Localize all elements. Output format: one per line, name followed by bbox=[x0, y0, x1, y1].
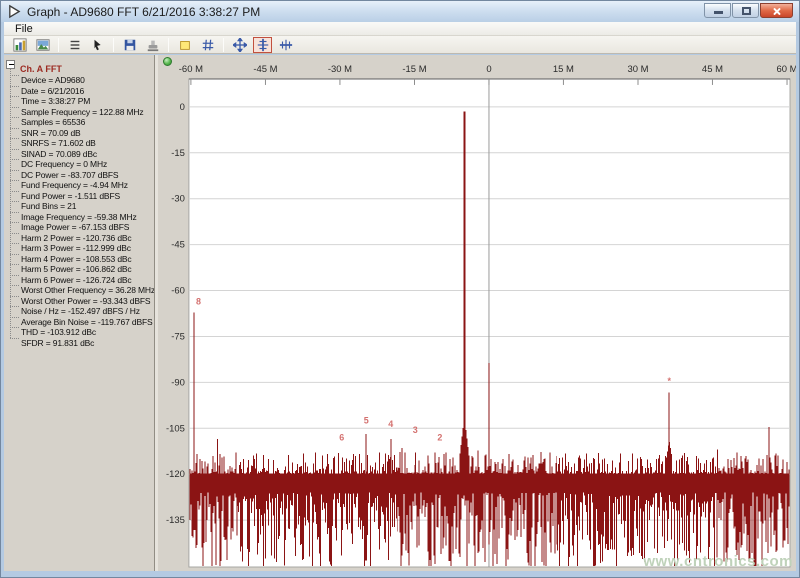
tree-item[interactable]: Samples = 65536 bbox=[4, 112, 154, 123]
titlebar[interactable]: Graph - AD9680 FFT 6/21/2016 3:38:27 PM bbox=[1, 1, 799, 22]
tree-item[interactable]: Harm 4 Power = -108.553 dBc bbox=[4, 249, 154, 260]
svg-text:-120: -120 bbox=[166, 469, 185, 480]
tree-item[interactable]: Harm 5 Power = -106.862 dBc bbox=[4, 259, 154, 270]
svg-text:2: 2 bbox=[437, 433, 442, 443]
svg-text:*: * bbox=[667, 376, 671, 386]
close-button[interactable] bbox=[760, 3, 793, 18]
tree-item[interactable]: Harm 3 Power = -112.999 dBc bbox=[4, 238, 154, 249]
toolbar-separator bbox=[113, 38, 114, 52]
tree-item[interactable]: SNR = 70.09 dB bbox=[4, 123, 154, 134]
svg-text:-30: -30 bbox=[171, 194, 185, 205]
tree-item[interactable]: Fund Bins = 21 bbox=[4, 196, 154, 207]
tree-item[interactable]: Worst Other Power = -93.343 dBFS bbox=[4, 291, 154, 302]
svg-text:-135: -135 bbox=[166, 515, 185, 526]
tree-item[interactable]: Fund Frequency = -4.94 MHz bbox=[4, 175, 154, 186]
toolbar-separator bbox=[223, 38, 224, 52]
svg-text:-30 M: -30 M bbox=[328, 64, 352, 75]
tree-item[interactable]: Worst Other Frequency = 36.28 MHz bbox=[4, 280, 154, 291]
tree-item[interactable]: Image Power = -67.153 dBFS bbox=[4, 217, 154, 228]
data-list-icon[interactable] bbox=[65, 37, 84, 53]
svg-text:-90: -90 bbox=[171, 377, 185, 388]
fft-plot-canvas[interactable]: 0 -15 -30 -45 -60 -75 -90 -105 -120 -135 -60 M -45 … bbox=[158, 55, 796, 571]
watermark: www.cntronics.com bbox=[643, 553, 793, 570]
toolbar-separator bbox=[168, 38, 169, 52]
svg-text:-60: -60 bbox=[171, 286, 185, 297]
tree-item[interactable]: Date = 6/21/2016 bbox=[4, 81, 154, 92]
svg-text:-75: -75 bbox=[171, 331, 185, 342]
tree-item[interactable]: SFDR = 91.831 dBc bbox=[4, 333, 154, 344]
maximize-icon bbox=[742, 7, 751, 15]
toolbar-separator bbox=[58, 38, 59, 52]
close-icon bbox=[771, 5, 782, 16]
svg-text:0: 0 bbox=[486, 64, 491, 75]
app-window: Graph - AD9680 FFT 6/21/2016 3:38:27 PM … bbox=[0, 0, 800, 578]
tree-item[interactable]: Fund Power = -1.511 dBFS bbox=[4, 186, 154, 197]
tree-item[interactable]: Harm 6 Power = -126.724 dBc bbox=[4, 270, 154, 281]
tree-item[interactable]: SNRFS = 71.602 dB bbox=[4, 133, 154, 144]
tree-item[interactable]: SINAD = 70.089 dBc bbox=[4, 144, 154, 155]
menu-file[interactable]: File bbox=[11, 23, 37, 35]
svg-text:8: 8 bbox=[196, 296, 201, 306]
toolbar bbox=[4, 36, 796, 54]
tree-item[interactable]: Device = AD9680 bbox=[4, 70, 154, 81]
minimize-button[interactable] bbox=[704, 3, 731, 18]
tree-item[interactable]: DC Power = -83.707 dBFS bbox=[4, 165, 154, 176]
pan-cursors-icon[interactable] bbox=[230, 37, 249, 53]
svg-text:45 M: 45 M bbox=[702, 64, 723, 75]
svg-text:-45 M: -45 M bbox=[253, 64, 277, 75]
window-title: Graph - AD9680 FFT 6/21/2016 3:38:27 PM bbox=[27, 5, 260, 19]
tree-item[interactable]: DC Frequency = 0 MHz bbox=[4, 154, 154, 165]
tree-root[interactable]: Ch. A FFT bbox=[4, 59, 154, 70]
app-icon bbox=[7, 4, 22, 19]
svg-text:60 M: 60 M bbox=[777, 64, 796, 75]
tree-item[interactable]: Image Frequency = -59.38 MHz bbox=[4, 207, 154, 218]
tree-item[interactable]: Time = 3:38:27 PM bbox=[4, 91, 154, 102]
vertical-cursor-icon[interactable] bbox=[253, 37, 272, 53]
tree-items: Device = AD9680Date = 6/21/2016Time = 3:… bbox=[4, 70, 154, 343]
svg-text:3: 3 bbox=[413, 425, 418, 435]
svg-text:5: 5 bbox=[364, 416, 369, 426]
svg-text:-105: -105 bbox=[166, 423, 185, 434]
main-content: Ch. A FFT Device = AD9680Date = 6/21/201… bbox=[4, 55, 796, 571]
svg-text:-15: -15 bbox=[171, 148, 185, 159]
export-image-icon[interactable] bbox=[33, 37, 52, 53]
cursor-tool-icon[interactable] bbox=[88, 37, 107, 53]
copy-graph-icon[interactable] bbox=[10, 37, 29, 53]
tree-item[interactable]: Harm 2 Power = -120.736 dBc bbox=[4, 228, 154, 239]
save-icon[interactable] bbox=[120, 37, 139, 53]
maximize-button[interactable] bbox=[732, 3, 759, 18]
annotation-icon[interactable] bbox=[175, 37, 194, 53]
drag-hand-icon[interactable] bbox=[143, 37, 162, 53]
menubar: File bbox=[4, 22, 796, 36]
grid-toggle-icon[interactable] bbox=[198, 37, 217, 53]
svg-text:-45: -45 bbox=[171, 240, 185, 251]
svg-text:-60 M: -60 M bbox=[179, 64, 203, 75]
minimize-icon bbox=[714, 11, 723, 14]
horizontal-cursor-icon[interactable] bbox=[276, 37, 295, 53]
fft-results-tree: Ch. A FFT Device = AD9680Date = 6/21/201… bbox=[4, 55, 154, 571]
collapse-icon[interactable] bbox=[6, 60, 15, 69]
tree-item[interactable]: THD = -103.912 dBc bbox=[4, 322, 154, 333]
tree-item[interactable]: Average Bin Noise = -119.767 dBFS bbox=[4, 312, 154, 323]
tree-item-label: SFDR = 91.831 dBc bbox=[21, 338, 94, 348]
svg-text:15 M: 15 M bbox=[553, 64, 574, 75]
tree-item[interactable]: Noise / Hz = -152.497 dBFS / Hz bbox=[4, 301, 154, 312]
tree-item[interactable]: Sample Frequency = 122.88 MHz bbox=[4, 102, 154, 113]
plot-panel: 0 -15 -30 -45 -60 -75 -90 -105 -120 -135 -60 M -45 … bbox=[158, 55, 796, 571]
svg-text:4: 4 bbox=[388, 419, 393, 429]
svg-text:-15 M: -15 M bbox=[402, 64, 426, 75]
svg-text:0: 0 bbox=[180, 102, 185, 113]
svg-text:6: 6 bbox=[339, 433, 344, 443]
svg-text:30 M: 30 M bbox=[627, 64, 648, 75]
